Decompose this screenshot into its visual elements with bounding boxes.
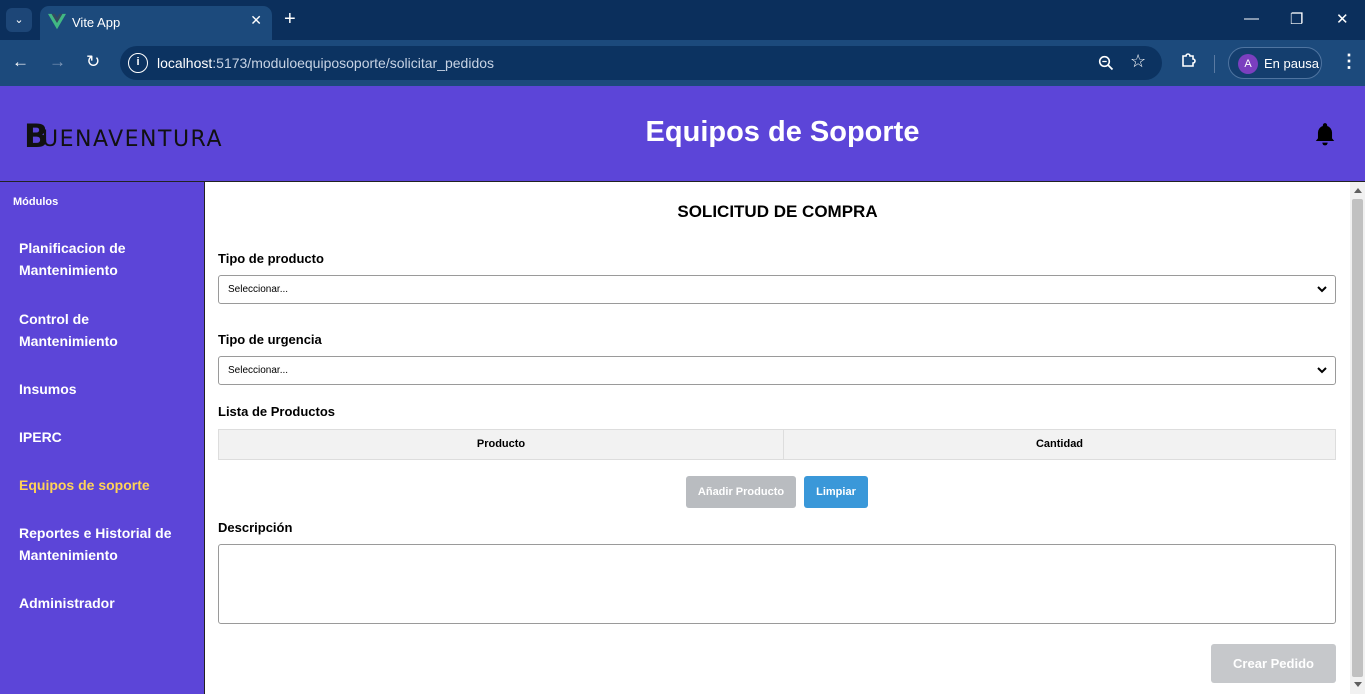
restore-icon[interactable]: ❐ [1290, 10, 1303, 28]
sidebar-item-planificacion[interactable]: Planificacion de Mantenimiento [19, 237, 189, 281]
browser-menu-icon[interactable]: ⋮ [1340, 51, 1358, 72]
product-table: Producto Cantidad [218, 429, 1336, 460]
app-header: B UENAVENTURA Equipos de Soporte [0, 86, 1365, 182]
form-title: SOLICITUD DE COMPRA [677, 202, 878, 221]
back-icon[interactable]: ← [12, 52, 29, 72]
sidebar-item-control[interactable]: Control de Mantenimiento [19, 308, 189, 352]
product-type-value: Seleccionar... [228, 284, 289, 295]
sidebar-item-iperc[interactable]: IPERC [19, 426, 189, 448]
reload-icon[interactable]: ↻ [86, 52, 100, 72]
column-header-producto: Producto [476, 438, 526, 450]
profile-status: En pausa [1264, 56, 1319, 71]
chevron-down-icon [1317, 286, 1327, 293]
urgency-label: Tipo de urgencia [218, 332, 322, 347]
info-icon[interactable]: i [128, 53, 148, 73]
new-tab-icon[interactable]: + [284, 8, 296, 30]
minimize-icon[interactable]: — [1244, 10, 1259, 27]
extensions-icon[interactable] [1180, 51, 1198, 69]
scroll-down-icon[interactable] [1354, 682, 1362, 687]
browser-tabbar: ⌄ Vite App ✕ + — ❐ ✕ [0, 0, 1365, 40]
sidebar-title: Módulos [13, 196, 59, 208]
sidebar: Módulos Planificacion de Mantenimiento C… [0, 182, 205, 694]
description-label: Descripción [218, 520, 293, 535]
address-bar[interactable]: i localhost:5173/moduloequiposoporte/sol… [120, 46, 1162, 80]
vue-favicon-icon [48, 13, 66, 30]
scroll-thumb[interactable] [1352, 199, 1363, 677]
chevron-down-icon [1317, 367, 1327, 374]
tab-close-icon[interactable]: ✕ [250, 12, 262, 29]
product-type-label: Tipo de producto [218, 251, 324, 266]
close-window-icon[interactable]: ✕ [1336, 10, 1349, 28]
star-icon[interactable]: ☆ [1130, 51, 1146, 72]
sidebar-item-reportes[interactable]: Reportes e Historial de Mantenimiento [19, 522, 189, 566]
column-header-cantidad: Cantidad [1035, 438, 1084, 450]
avatar: A [1238, 54, 1258, 74]
tab-search-button[interactable]: ⌄ [6, 8, 32, 32]
clear-button[interactable]: Limpiar [804, 476, 868, 508]
zoom-icon[interactable] [1098, 55, 1114, 71]
description-textarea[interactable] [218, 544, 1336, 624]
create-order-button[interactable]: Crear Pedido [1211, 644, 1336, 683]
add-product-button[interactable]: Añadir Producto [686, 476, 796, 508]
forward-icon[interactable]: → [49, 52, 66, 72]
bell-icon[interactable] [1312, 121, 1338, 147]
purchase-request-form: SOLICITUD DE COMPRA Tipo de producto Sel… [205, 182, 1350, 694]
browser-toolbar: ← → ↻ i localhost:5173/moduloequiposopor… [0, 40, 1365, 86]
product-list-label: Lista de Productos [218, 404, 336, 419]
urgency-select[interactable]: Seleccionar... [218, 356, 1336, 385]
sidebar-item-administrador[interactable]: Administrador [19, 592, 189, 614]
browser-tab[interactable]: Vite App ✕ [40, 6, 272, 40]
toolbar-divider [1214, 55, 1215, 73]
sidebar-item-equipos-soporte[interactable]: Equipos de soporte [19, 474, 189, 496]
url-text[interactable]: localhost:5173/moduloequiposoporte/solic… [157, 55, 494, 71]
tab-title: Vite App [72, 15, 121, 30]
profile-button[interactable]: A En pausa [1228, 47, 1322, 79]
page-scrollbar[interactable] [1350, 182, 1365, 694]
urgency-value: Seleccionar... [228, 365, 289, 376]
page-title: Equipos de Soporte [645, 116, 920, 148]
sidebar-item-insumos[interactable]: Insumos [19, 378, 189, 400]
scroll-up-icon[interactable] [1354, 188, 1362, 193]
product-type-select[interactable]: Seleccionar... [218, 275, 1336, 304]
